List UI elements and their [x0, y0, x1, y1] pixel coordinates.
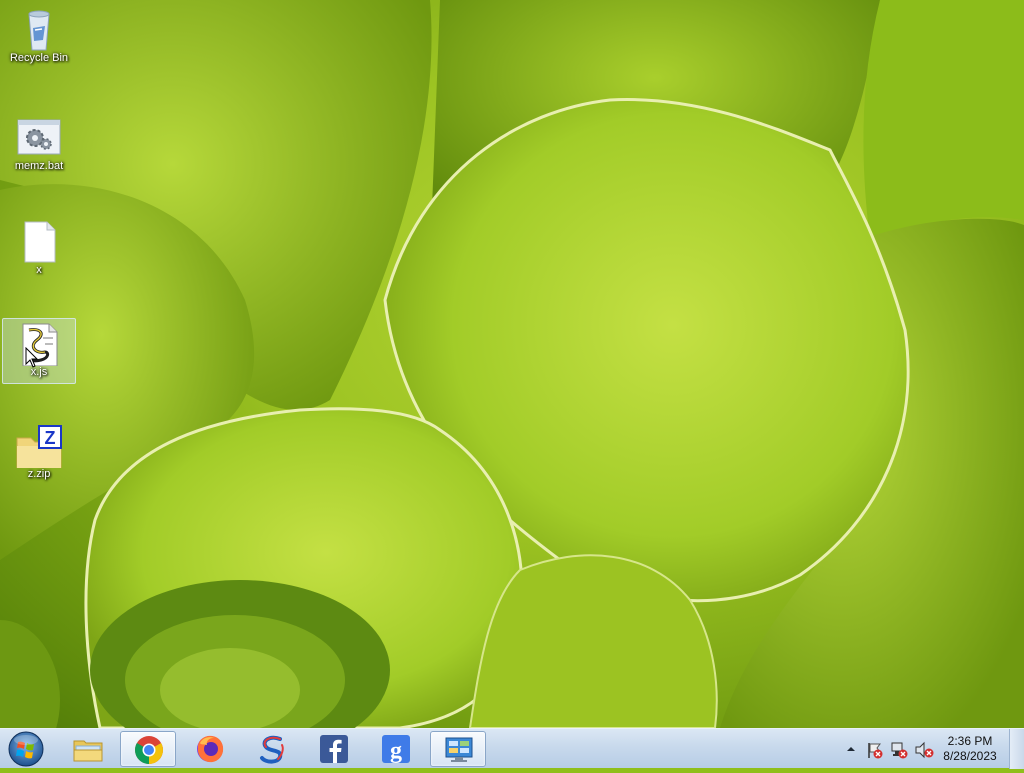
wallpaper-leaves-image: [0, 0, 1024, 728]
desktop-icon-label: z.zip: [27, 468, 51, 480]
app-s-icon: [260, 735, 284, 764]
desktop-icon-label: memz.bat: [14, 160, 64, 172]
blank-file-icon: [15, 220, 63, 264]
windows-start-orb-icon: [8, 731, 44, 767]
desktop-icon-x-js[interactable]: x.js: [2, 318, 76, 384]
taskbar-file-explorer-button[interactable]: [60, 731, 116, 767]
recycle-bin-icon: [15, 8, 63, 52]
desktop-icon-label: Recycle Bin: [9, 52, 69, 64]
taskbar-clock[interactable]: 2:36 PM 8/28/2023: [938, 734, 1002, 764]
svg-text:g: g: [390, 738, 402, 764]
desktop-icon-label: x: [36, 264, 42, 276]
taskbar-chrome-button[interactable]: [120, 731, 176, 767]
svg-text:Z: Z: [45, 428, 56, 448]
chrome-icon: [135, 736, 163, 764]
show-desktop-button[interactable]: [1009, 729, 1024, 769]
action-center-flag-icon[interactable]: [866, 741, 884, 759]
network-error-icon[interactable]: [890, 741, 908, 759]
firefox-icon: [197, 735, 224, 763]
desktop-icon-z-zip[interactable]: Z z.zip: [2, 420, 76, 486]
taskbar-firefox-button[interactable]: [182, 731, 238, 767]
facebook-icon: [320, 735, 348, 763]
desktop-icon-label: x.js: [30, 366, 48, 378]
desktop-icon-x[interactable]: x: [2, 216, 76, 282]
notification-area: [842, 729, 942, 769]
clock-date: 8/28/2023: [943, 749, 997, 763]
start-button[interactable]: [4, 730, 48, 768]
batch-file-icon: [15, 116, 63, 160]
taskbar-app-s-button[interactable]: [244, 731, 300, 767]
show-hidden-icons-chevron-icon[interactable]: [846, 744, 856, 754]
desktop-icon-recycle-bin[interactable]: Recycle Bin: [2, 4, 76, 70]
control-panel-icon: [445, 737, 473, 762]
taskbar-facebook-button[interactable]: [306, 731, 362, 767]
taskbar-control-panel-button[interactable]: [430, 731, 486, 767]
google-icon: g: [382, 735, 410, 764]
desktop-icon-memz-bat[interactable]: memz.bat: [2, 112, 76, 178]
taskbar: g 2:36 PM 8/28/2023: [0, 728, 1024, 769]
taskbar-google-button[interactable]: g: [368, 731, 424, 767]
volume-muted-icon[interactable]: [914, 741, 934, 759]
mouse-pointer-icon: [25, 346, 39, 374]
zip-folder-icon: Z: [15, 424, 63, 469]
file-explorer-icon: [73, 740, 103, 762]
script-file-icon: [15, 322, 63, 367]
clock-time: 2:36 PM: [947, 734, 993, 748]
desktop-wallpaper[interactable]: [0, 0, 1024, 728]
